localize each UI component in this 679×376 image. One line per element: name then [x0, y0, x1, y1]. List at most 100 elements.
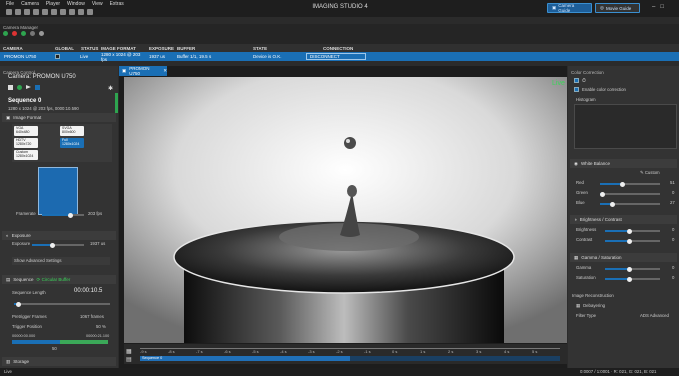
image-format-header[interactable]: ▣ Image Format [2, 113, 116, 122]
disconnect-button[interactable]: DISCONNECT [306, 53, 366, 60]
format-custom-res: 1280x1024 [16, 153, 34, 158]
enable-checkbox[interactable] [574, 87, 579, 92]
toggle-icon[interactable] [574, 78, 579, 83]
menu-player[interactable]: Player [46, 1, 60, 7]
contrast-knob[interactable] [627, 238, 632, 244]
person-icon[interactable] [60, 9, 66, 15]
menu-camera[interactable]: Camera [21, 1, 39, 7]
format-full[interactable]: Full 1280x1024 [60, 138, 84, 148]
connect-icon[interactable] [3, 31, 8, 36]
video-tab[interactable]: ▣ PROMON U750 ✕ [119, 66, 167, 76]
camera-row[interactable]: PROMON U750 Live 1280 x 1024 @ 203 fps 1… [0, 52, 679, 62]
format-svga[interactable]: SVGA 800x600 [60, 126, 84, 136]
eyedropper-icon[interactable]: ✎ [640, 170, 644, 175]
timer-icon[interactable]: ⏱ [582, 78, 586, 84]
format-vga[interactable]: VGA 640x480 [14, 126, 38, 136]
menu-extras[interactable]: Extras [110, 1, 124, 7]
range-end: 00000:21.100 [86, 334, 110, 338]
stop-icon[interactable] [8, 85, 13, 90]
global-checkbox[interactable] [52, 54, 78, 59]
play-icon[interactable] [21, 31, 26, 36]
exposure-slider[interactable] [32, 242, 84, 248]
format-hdtv-res: 1280x720 [16, 141, 32, 146]
link-icon[interactable] [39, 31, 44, 36]
sequence-length-slider[interactable] [14, 301, 110, 307]
grid-icon[interactable] [87, 9, 93, 15]
sequence-length-label: Sequence Length [12, 290, 46, 295]
wb-blue-knob[interactable] [610, 201, 615, 207]
undo-icon[interactable] [42, 9, 48, 15]
enable-color-correction[interactable]: Enable color correction [574, 87, 626, 92]
framerate-slider-knob[interactable] [68, 212, 73, 218]
brightness-slider[interactable] [605, 228, 660, 234]
debayering-row[interactable]: ▦ Debayering [576, 303, 605, 309]
wb-red-label: Red [576, 180, 584, 185]
sequence-length-input[interactable]: 00:00:10.5 [74, 288, 102, 294]
timer-icon[interactable] [78, 9, 84, 15]
saturation-slider[interactable] [605, 276, 660, 282]
trigger-range-pre [12, 340, 60, 344]
timeline-tick: -4 s [280, 349, 287, 354]
trigger-range-bar[interactable] [12, 340, 108, 344]
window-controls[interactable]: –□ [652, 4, 669, 10]
wb-green-knob[interactable] [600, 191, 605, 197]
cc-toolbar: ⏱ [574, 78, 586, 84]
wb-blue-slider[interactable] [600, 201, 660, 207]
menu-view[interactable]: View [92, 1, 103, 7]
timer-icon[interactable] [35, 85, 40, 90]
close-icon[interactable]: ✕ [163, 68, 167, 74]
search-icon[interactable] [33, 9, 39, 15]
sequence-name: Sequence 0 [8, 98, 42, 104]
white-balance-header[interactable]: ◉ White Balance [570, 159, 677, 168]
image-format-title: Image Format [13, 115, 42, 120]
settings-icon[interactable] [30, 31, 35, 36]
menu-window[interactable]: Window [67, 1, 85, 7]
camera-guide-button[interactable]: ▣ Camera Guide [547, 3, 592, 13]
wb-mode[interactable]: ✎ Custom [640, 170, 660, 176]
wb-red-slider[interactable] [600, 181, 660, 187]
play-icon[interactable] [69, 9, 75, 15]
exposure-slider-knob[interactable] [50, 242, 55, 248]
video-tab-label: PROMON U750 [129, 66, 150, 76]
timeline-icon[interactable]: ▦ [126, 348, 132, 355]
gamma-knob[interactable] [627, 266, 632, 272]
wb-red-knob[interactable] [620, 181, 625, 187]
sequence-icon[interactable]: ▤ [126, 356, 132, 363]
play-icon[interactable] [26, 85, 31, 89]
contrast-fill [605, 240, 629, 242]
redo-icon[interactable] [51, 9, 57, 15]
filter-type-dropdown[interactable]: ADS Advanced [640, 313, 669, 318]
gear-icon[interactable]: ✱ [108, 85, 113, 92]
wb-green-slider[interactable] [600, 191, 660, 197]
brightness-contrast-header[interactable]: ◑ Brightness / Contrast [570, 215, 677, 224]
live-video-frame[interactable] [124, 77, 567, 343]
wb-green-label: Green [576, 190, 588, 195]
folder-icon[interactable] [6, 9, 12, 15]
circular-buffer-dropdown[interactable]: ⟳ Circular Buffer [37, 277, 71, 283]
format-custom[interactable]: Custom 1280x1024 [14, 150, 38, 160]
movie-guide-button[interactable]: ◎ Movie Guide [595, 3, 640, 13]
exposure-header[interactable]: ◐ Exposure [2, 231, 116, 240]
timeline-ruler[interactable]: -9 s -8 s -7 s -6 s -5 s -4 s -3 s -2 s -1 s 0 s 1… [140, 348, 560, 356]
brightness-fill [605, 230, 629, 232]
gamma-saturation-header[interactable]: ▦ Gamma / Saturation [570, 253, 677, 262]
aperture-icon: ◐ [6, 233, 9, 238]
save-icon[interactable] [15, 9, 21, 15]
sequence-length-knob[interactable] [16, 301, 21, 307]
gamma-slider[interactable] [605, 266, 660, 272]
framerate-slider[interactable] [42, 212, 84, 218]
col-state: STATE [253, 45, 268, 51]
brightness-knob[interactable] [627, 228, 632, 234]
camera-label-text: Camera: [8, 74, 32, 80]
advanced-settings-toggle[interactable]: Show Advanced Settings [12, 257, 110, 265]
saturation-knob[interactable] [627, 276, 632, 282]
sequence-header[interactable]: ▤ Sequence ⟳ Circular Buffer [2, 275, 116, 284]
contrast-slider[interactable] [605, 238, 660, 244]
format-hdtv[interactable]: HDTV 1280x720 [14, 138, 38, 148]
menu-file[interactable]: File [6, 1, 14, 7]
image-icon[interactable] [24, 9, 30, 15]
record-icon[interactable] [12, 31, 17, 36]
storage-header[interactable]: ▥ Storage [2, 357, 116, 366]
record-icon[interactable] [17, 85, 22, 90]
camera-manager-title: Camera Manager [3, 25, 39, 30]
